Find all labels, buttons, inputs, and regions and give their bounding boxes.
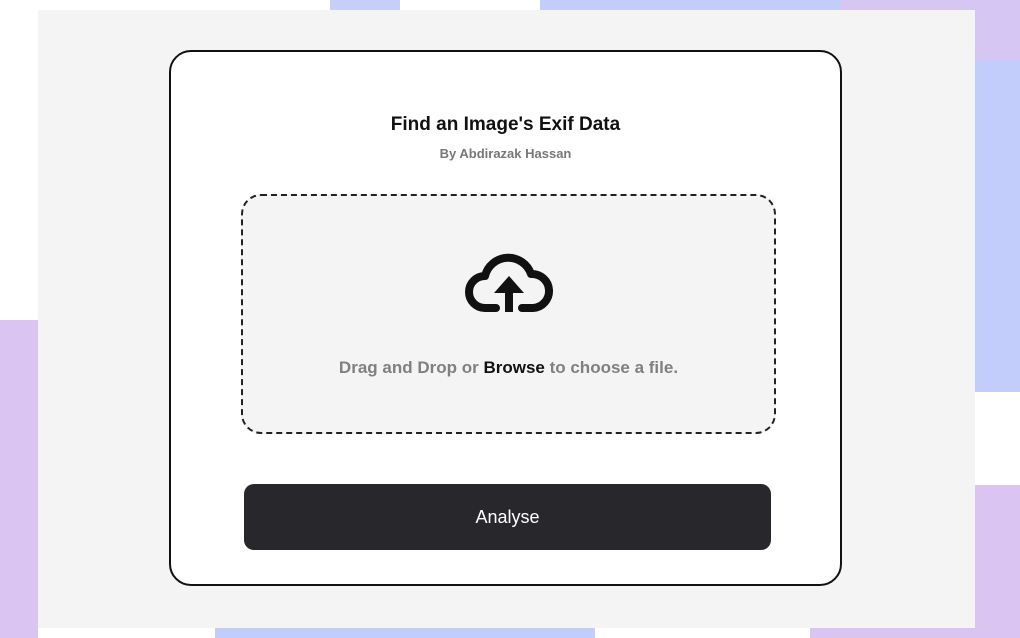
background-decor-shape bbox=[215, 628, 595, 638]
background-decor-shape bbox=[330, 0, 400, 10]
browse-link[interactable]: Browse bbox=[483, 358, 544, 377]
main-panel: Find an Image's Exif Data By Abdirazak H… bbox=[38, 10, 975, 628]
upload-card: Find an Image's Exif Data By Abdirazak H… bbox=[169, 50, 842, 586]
dropzone-instructions: Drag and Drop or Browse to choose a file… bbox=[243, 358, 774, 378]
background-decor-shape bbox=[975, 485, 1020, 638]
author-byline: By Abdirazak Hassan bbox=[439, 146, 572, 161]
cloud-upload-icon bbox=[461, 248, 557, 320]
background-decor-shape bbox=[975, 0, 1020, 60]
file-dropzone[interactable]: Drag and Drop or Browse to choose a file… bbox=[241, 194, 776, 434]
page-title: Find an Image's Exif Data bbox=[390, 114, 621, 135]
analyse-button[interactable]: Analyse bbox=[244, 484, 771, 550]
dropzone-text-before: Drag and Drop or bbox=[338, 358, 484, 377]
background-decor-shape bbox=[840, 0, 975, 10]
background-decor-shape bbox=[0, 320, 38, 638]
background-decor-shape bbox=[540, 0, 840, 10]
background-decor-shape bbox=[810, 628, 975, 638]
dropzone-text-after: to choose a file. bbox=[544, 358, 679, 377]
